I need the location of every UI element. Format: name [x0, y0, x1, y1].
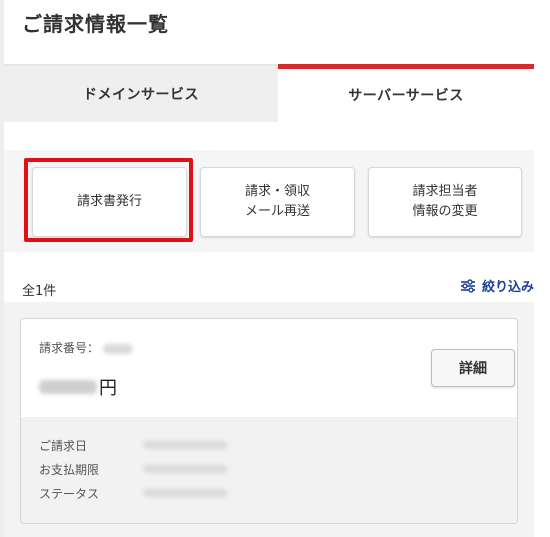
currency-label: 円 [99, 378, 117, 399]
invoice-number-label: 請求番号： [39, 341, 100, 355]
filter-sliders-icon [460, 278, 475, 293]
filter-link[interactable]: 絞り込み [460, 276, 534, 295]
change-billing-contact-button[interactable]: 請求担当者 情報の変更 [368, 167, 522, 237]
due-date-redacted [143, 465, 227, 473]
billing-date-redacted [143, 441, 227, 449]
due-date-row: お支払期限 [39, 459, 227, 479]
highlight-box [24, 158, 193, 242]
billing-date-label: ご請求日 [39, 438, 88, 453]
page-title: ご請求情報一覧 [22, 12, 169, 36]
invoice-number-row: 請求番号： [39, 339, 133, 356]
invoice-card-header: 請求番号： 円 詳細 [21, 319, 517, 417]
content-panel: 請求書発行 請求・領収 メール再送 請求担当者 情報の変更 全1件 絞り込み 請… [4, 150, 534, 537]
resend-receipt-email-button[interactable]: 請求・領収 メール再送 [200, 167, 355, 237]
invoice-card: 請求番号： 円 詳細 ご請求日 お支払期限 ステータス [20, 318, 518, 524]
tab-server-service[interactable]: サーバーサービス [278, 64, 534, 122]
status-redacted [143, 489, 227, 497]
invoice-number-redacted [102, 343, 133, 354]
due-date-label: お支払期限 [39, 462, 100, 477]
change-label-line2: 情報の変更 [412, 204, 478, 219]
invoice-amount: 円 [39, 374, 117, 400]
service-tabs: ドメインサービス サーバーサービス [4, 64, 534, 122]
billing-date-row: ご請求日 [39, 435, 227, 455]
change-label-line1: 請求担当者 [412, 184, 478, 199]
status-row: ステータス [39, 483, 227, 503]
tab-domain-service[interactable]: ドメインサービス [4, 64, 278, 122]
invoice-card-details: ご請求日 お支払期限 ステータス [21, 417, 517, 523]
resend-label-line1: 請求・領収 [244, 184, 310, 199]
action-buttons-row: 請求書発行 請求・領収 メール再送 請求担当者 情報の変更 [4, 150, 534, 252]
detail-button[interactable]: 詳細 [431, 349, 515, 387]
status-label: ステータス [39, 486, 100, 501]
resend-label-line2: メール再送 [244, 204, 310, 219]
filter-label: 絞り込み [481, 280, 534, 295]
amount-redacted [39, 380, 97, 394]
result-count: 全1件 [22, 284, 57, 299]
list-header: 全1件 絞り込み [4, 252, 534, 302]
